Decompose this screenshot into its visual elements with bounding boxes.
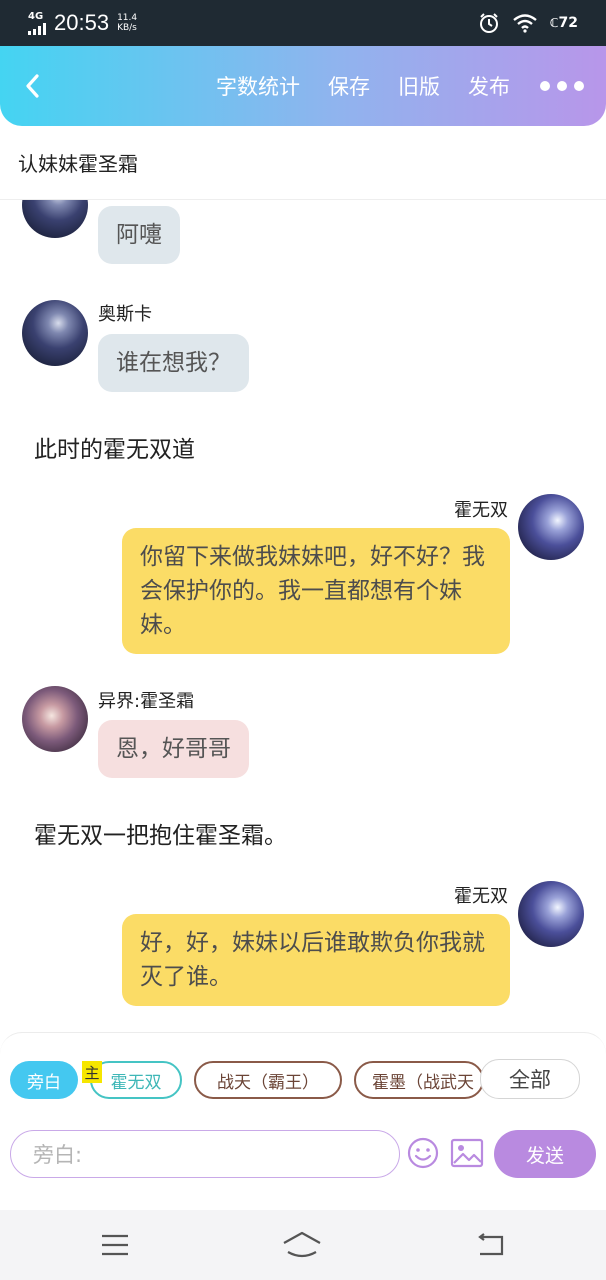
image-icon[interactable] [450, 1137, 484, 1169]
role-huomo-button[interactable]: 霍墨（战武天 [354, 1061, 484, 1099]
network-indicator: 4G [28, 10, 46, 35]
header-bar: 字数统计 保存 旧版 发布 [0, 46, 606, 126]
publish-button[interactable]: 发布 [468, 71, 510, 101]
network-type: 4G [28, 10, 44, 22]
message-bubble[interactable]: 好，好，妹妹以后谁敢欺负你我就灭了谁。 [122, 914, 510, 1006]
signal-icon [28, 22, 46, 35]
message-input[interactable]: 旁白: [10, 1130, 400, 1178]
role-narrator-button[interactable]: 旁白 [10, 1061, 78, 1099]
send-button[interactable]: 发送 [494, 1130, 596, 1178]
input-bar: 旁白: 发送 [0, 1118, 606, 1210]
avatar[interactable] [22, 300, 88, 366]
role-zhantian-button[interactable]: 战天（霸王） [194, 1061, 342, 1099]
speaker-name: 霍无双 [454, 500, 508, 521]
avatar[interactable] [22, 686, 88, 752]
speaker-name: 奥斯卡 [98, 304, 152, 325]
avatar[interactable] [22, 200, 88, 238]
wifi-icon [512, 14, 537, 33]
menu-icon[interactable] [100, 1233, 130, 1257]
more-dots-icon[interactable] [540, 81, 590, 91]
avatar[interactable] [518, 494, 584, 560]
role-huowushuang-button[interactable]: 霍无双 [90, 1061, 182, 1099]
clock: 20:53 [54, 10, 110, 35]
main-role-badge: 主 [82, 1061, 102, 1083]
word-count-button[interactable]: 字数统计 [216, 71, 300, 101]
save-button[interactable]: 保存 [328, 71, 370, 101]
status-bar: 4G 20:53 11.4 KB/s ℂ72 [0, 0, 606, 46]
message-bubble[interactable]: 谁在想我？ [98, 334, 249, 392]
smiley-icon[interactable] [406, 1136, 440, 1170]
chevron-left-icon [26, 74, 39, 98]
alarm-icon [479, 13, 498, 33]
back-icon[interactable] [474, 1232, 506, 1258]
back-button[interactable] [16, 69, 50, 103]
home-icon[interactable] [281, 1230, 323, 1260]
message-bubble[interactable]: 恩，好哥哥 [98, 720, 249, 778]
narration-text[interactable]: 此时的霍无双道 [34, 430, 195, 464]
all-roles-button[interactable]: 全部 [480, 1059, 580, 1099]
story-title[interactable]: 认妹妹霍圣霜 [0, 126, 606, 200]
battery-indicator: ℂ72 [549, 15, 578, 31]
narration-text[interactable]: 霍无双一把抱住霍圣霜。 [34, 816, 287, 850]
speaker-name: 异界:霍圣霜 [98, 691, 195, 712]
message-bubble[interactable]: 阿嚏 [98, 206, 180, 264]
speaker-name: 霍无双 [454, 886, 508, 907]
old-version-button[interactable]: 旧版 [398, 71, 440, 101]
avatar[interactable] [518, 881, 584, 947]
chat-area: 阿嚏 奥斯卡 谁在想我？ 此时的霍无双道 霍无双 你留下来做我妹妹吧，好不好？我… [0, 200, 606, 1032]
message-bubble[interactable]: 你留下来做我妹妹吧，好不好？我会保护你的。我一直都想有个妹妹。 [122, 528, 510, 654]
network-speed: 11.4 KB/s [117, 13, 138, 33]
system-nav-bar [0, 1210, 606, 1280]
role-selector: 旁白 主 霍无双 战天（霸王） 霍墨（战武天 全部 [0, 1032, 606, 1118]
